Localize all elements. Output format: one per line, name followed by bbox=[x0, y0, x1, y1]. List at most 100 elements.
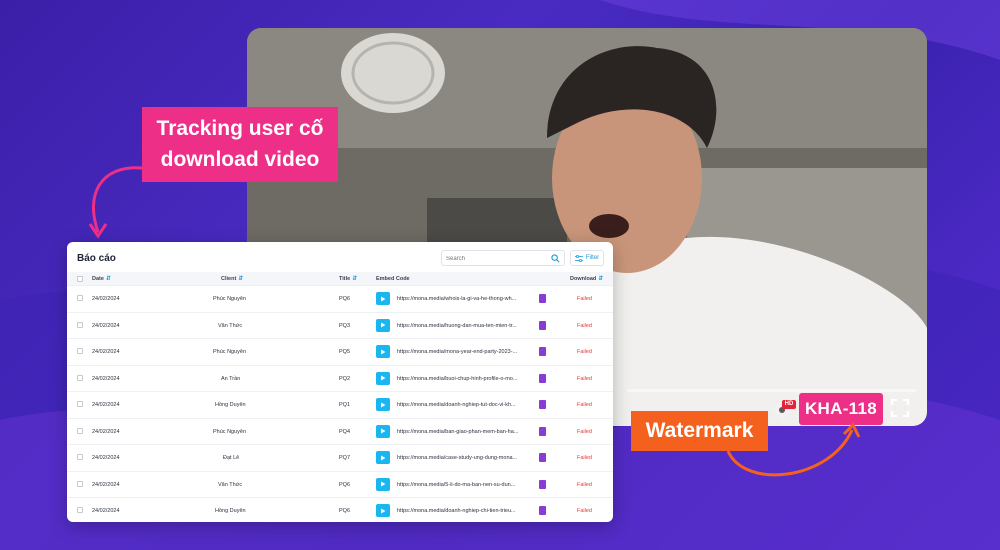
row-checkbox[interactable] bbox=[77, 427, 83, 434]
copy-icon[interactable] bbox=[539, 453, 546, 462]
column-download-label: Download bbox=[570, 276, 597, 282]
cell-client: Phúc Nguyên bbox=[213, 296, 247, 302]
table-row[interactable]: 24/02/2024 Văn Thức PQ3 https://mona.med… bbox=[67, 313, 613, 339]
play-icon bbox=[381, 375, 386, 381]
table-row[interactable]: 24/02/2024 An Trần PQ2 https://mona.medi… bbox=[67, 366, 613, 392]
play-button[interactable] bbox=[376, 504, 390, 517]
row-checkbox[interactable] bbox=[77, 480, 83, 487]
column-embed-code-label: Embed Code bbox=[376, 276, 410, 282]
cell-date: 24/02/2024 bbox=[92, 481, 120, 488]
cell-title: PQ3 bbox=[339, 322, 351, 329]
column-date-label: Date bbox=[92, 276, 104, 282]
copy-icon[interactable] bbox=[539, 506, 546, 515]
play-icon bbox=[381, 508, 386, 513]
select-all-checkbox[interactable] bbox=[77, 276, 83, 282]
tracking-callout-line1: Tracking user cố bbox=[156, 117, 324, 140]
filter-button[interactable]: Filter bbox=[570, 250, 604, 266]
fullscreen-button[interactable] bbox=[883, 394, 917, 422]
tracking-callout: Tracking user cố download video bbox=[142, 107, 338, 182]
cell-embed-code: https://mona.media/ban-giao-phan-mem-ban… bbox=[397, 428, 519, 435]
column-client[interactable]: Client ⇵ bbox=[221, 276, 243, 282]
copy-icon[interactable] bbox=[539, 294, 546, 303]
copy-icon[interactable] bbox=[539, 347, 546, 356]
row-checkbox[interactable] bbox=[77, 295, 83, 301]
column-date[interactable]: Date ⇵ bbox=[92, 276, 111, 282]
cell-client: Văn Thức bbox=[218, 481, 243, 488]
play-icon bbox=[381, 296, 386, 301]
cell-date: 24/02/2024 bbox=[92, 322, 120, 329]
filter-sliders-icon bbox=[574, 254, 583, 262]
fullscreen-icon bbox=[890, 398, 910, 418]
table-row[interactable]: 24/02/2024 Phúc Nguyên PQ4 https://mona.… bbox=[67, 419, 613, 445]
play-icon bbox=[381, 481, 386, 487]
cell-embed-code: https://mona.media/buoi-chup-hinh-profil… bbox=[397, 375, 518, 382]
play-icon bbox=[381, 322, 386, 328]
column-download[interactable]: Download ⇵ bbox=[570, 276, 603, 282]
copy-icon[interactable] bbox=[539, 400, 546, 409]
status-badge: Failed bbox=[577, 322, 592, 329]
watermark-callout: Watermark bbox=[631, 411, 768, 451]
report-header: Báo cáo Filter bbox=[67, 242, 613, 272]
cell-title: PQ2 bbox=[339, 375, 351, 382]
play-button[interactable] bbox=[376, 318, 390, 332]
cell-title: PQ6 bbox=[339, 481, 351, 488]
cell-embed-code: https://mona.media/doanh-nghiep-tut-doc-… bbox=[397, 402, 516, 408]
row-checkbox[interactable] bbox=[77, 454, 83, 460]
copy-icon[interactable] bbox=[539, 479, 546, 489]
hd-badge: HD bbox=[782, 400, 796, 409]
play-icon bbox=[381, 349, 386, 354]
tracking-callout-line2: download video bbox=[160, 148, 320, 171]
play-icon bbox=[381, 455, 386, 460]
play-button[interactable] bbox=[376, 345, 390, 358]
cell-embed-code: https://mona.media/case-study-ung-dung-m… bbox=[397, 455, 518, 461]
table-row[interactable]: 24/02/2024 Phúc Nguyên PQ6 https://mona.… bbox=[67, 286, 613, 313]
table-row[interactable]: 24/02/2024 Hồng Duyên PQ6 https://mona.m… bbox=[67, 498, 613, 522]
play-button[interactable] bbox=[376, 424, 390, 438]
cell-date: 24/02/2024 bbox=[92, 349, 120, 355]
search-input[interactable] bbox=[446, 254, 546, 263]
copy-icon[interactable] bbox=[539, 320, 546, 330]
row-checkbox[interactable] bbox=[77, 507, 83, 513]
cell-client: Văn Thức bbox=[218, 322, 243, 329]
column-title[interactable]: Title ⇵ bbox=[339, 276, 357, 282]
row-checkbox[interactable] bbox=[77, 348, 83, 354]
column-client-label: Client bbox=[221, 276, 237, 282]
table-row[interactable]: 24/02/2024 Phúc Nguyên PQ5 https://mona.… bbox=[67, 339, 613, 366]
status-badge: Failed bbox=[577, 455, 592, 461]
table-row[interactable]: 24/02/2024 Đạt Lê PQ7 https://mona.media… bbox=[67, 445, 613, 472]
row-checkbox[interactable] bbox=[77, 321, 83, 328]
sort-icon[interactable]: ⇵ bbox=[106, 276, 111, 282]
row-checkbox[interactable] bbox=[77, 401, 83, 407]
cell-date: 24/02/2024 bbox=[92, 296, 120, 302]
table-row[interactable]: 24/02/2024 Văn Thức PQ6 https://mona.med… bbox=[67, 472, 613, 498]
play-button[interactable] bbox=[376, 371, 390, 385]
cell-client: Phúc Nguyên bbox=[213, 349, 247, 355]
copy-icon[interactable] bbox=[539, 373, 546, 383]
sort-icon[interactable]: ⇵ bbox=[598, 276, 603, 282]
video-progress-bar[interactable] bbox=[627, 389, 917, 392]
table-row[interactable]: 24/02/2024 Hồng Duyên PQ1 https://mona.m… bbox=[67, 392, 613, 419]
status-badge: Failed bbox=[577, 428, 592, 435]
column-embed-code: Embed Code bbox=[376, 276, 410, 282]
copy-icon[interactable] bbox=[539, 426, 546, 436]
cell-client: Đạt Lê bbox=[223, 455, 240, 461]
play-button[interactable] bbox=[376, 398, 390, 411]
cell-embed-code: https://mona.media/5-li-do-ma-ban-nen-su… bbox=[397, 481, 516, 488]
cell-title: PQ1 bbox=[339, 402, 351, 408]
sort-icon[interactable]: ⇵ bbox=[352, 276, 357, 282]
cell-date: 24/02/2024 bbox=[92, 375, 120, 382]
play-button[interactable] bbox=[376, 477, 390, 491]
play-button[interactable] bbox=[376, 451, 390, 464]
play-button[interactable] bbox=[376, 292, 390, 305]
cell-embed-code: https://mona.media/mona-year-end-party-2… bbox=[397, 349, 518, 355]
sort-icon[interactable]: ⇵ bbox=[238, 276, 243, 282]
row-checkbox[interactable] bbox=[77, 374, 83, 381]
cell-client: Hồng Duyên bbox=[215, 508, 246, 514]
search-box[interactable] bbox=[441, 250, 565, 266]
cell-title: PQ6 bbox=[339, 296, 351, 302]
table-header: Date ⇵ Client ⇵ Title ⇵ Embed Code Downl… bbox=[67, 272, 613, 286]
status-badge: Failed bbox=[577, 402, 592, 408]
play-icon bbox=[381, 402, 386, 407]
cell-date: 24/02/2024 bbox=[92, 402, 120, 408]
cell-embed-code: https://mona.media/whois-la-gi-va-he-tho… bbox=[397, 296, 517, 302]
